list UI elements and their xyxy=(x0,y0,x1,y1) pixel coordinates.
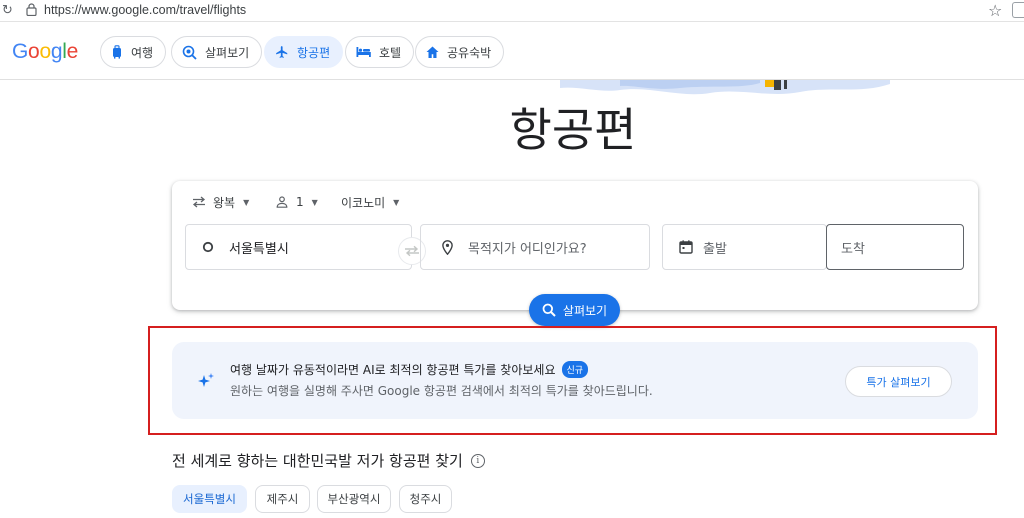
explore-icon xyxy=(182,45,197,60)
cabin-class-select[interactable]: 이코노미 ▼ xyxy=(341,191,399,213)
return-date-field[interactable]: 도착 xyxy=(826,224,964,270)
dropdown-arrow-icon: ▼ xyxy=(393,197,400,207)
trip-type-select[interactable]: 왕복 ▼ xyxy=(192,191,249,213)
tab-label: 공유숙박 xyxy=(447,45,492,60)
tab-label: 항공편 xyxy=(297,45,331,60)
tab-label: 호텔 xyxy=(379,45,402,60)
bookmark-star-icon[interactable]: ☆ xyxy=(988,1,1002,20)
info-icon[interactable]: i xyxy=(470,453,485,468)
promo-headline: 여행 날짜가 유동적이라면 AI로 최적의 항공편 특가를 찾아보세요 신규 xyxy=(230,361,589,378)
flight-search-card: 왕복 ▼ 1 ▼ 이코노미 ▼ 서울특별시 목적지가 어디인가요? 출발 도착 xyxy=(172,181,978,310)
city-chip-cheongju[interactable]: 청주시 xyxy=(399,485,452,513)
cabin-class-value: 이코노미 xyxy=(341,195,386,210)
search-button-label: 살펴보기 xyxy=(562,303,608,318)
sparkle-icon xyxy=(198,373,214,387)
trip-type-value: 왕복 xyxy=(213,195,236,210)
origin-circle-icon xyxy=(202,241,214,253)
bed-icon xyxy=(356,47,371,57)
page-title: 항공편 xyxy=(509,103,637,157)
calendar-icon xyxy=(679,240,693,254)
tab-hotels[interactable]: 호텔 xyxy=(345,36,415,68)
home-icon xyxy=(426,46,439,58)
return-placeholder: 도착 xyxy=(841,241,865,257)
search-icon xyxy=(542,303,556,317)
explore-deals-button[interactable]: 특가 살펴보기 xyxy=(845,366,952,397)
origin-value: 서울특별시 xyxy=(229,241,289,257)
origin-field[interactable]: 서울특별시 xyxy=(185,224,412,270)
passengers-value: 1 xyxy=(296,195,304,209)
logo-letter: o xyxy=(39,40,51,63)
tab-label: 여행 xyxy=(131,45,154,60)
city-chip-busan[interactable]: 부산광역시 xyxy=(317,485,391,513)
lock-icon xyxy=(26,3,37,16)
city-chip-jeju[interactable]: 제주시 xyxy=(255,485,310,513)
address-url[interactable]: https://www.google.com/travel/flights xyxy=(44,3,246,17)
destination-placeholder: 목적지가 어디인가요? xyxy=(468,241,587,257)
city-chip-seoul[interactable]: 서울특별시 xyxy=(172,485,247,513)
location-pin-icon xyxy=(442,239,453,255)
person-icon xyxy=(276,196,288,208)
new-badge: 신규 xyxy=(561,361,589,378)
passengers-select[interactable]: 1 ▼ xyxy=(276,191,318,213)
logo-letter: e xyxy=(66,40,79,63)
luggage-icon xyxy=(113,45,121,59)
tab-flights[interactable]: 항공편 xyxy=(264,36,344,68)
tab-vacation-rentals[interactable]: 공유숙박 xyxy=(415,36,505,68)
cheap-flights-heading: 전 세계로 향하는 대한민국발 저가 항공편 찾기 i xyxy=(172,450,485,471)
dropdown-arrow-icon: ▼ xyxy=(243,197,250,207)
section-title: 전 세계로 향하는 대한민국발 저가 항공편 찾기 xyxy=(172,452,463,470)
logo-letter: o xyxy=(28,40,40,63)
browser-address-bar: ↻ https://www.google.com/travel/flights … xyxy=(0,0,1024,22)
logo-letter: g xyxy=(50,40,63,63)
search-button[interactable]: 살펴보기 xyxy=(529,294,620,326)
ai-deals-promo: 여행 날짜가 유동적이라면 AI로 최적의 항공편 특가를 찾아보세요 신규 원… xyxy=(172,342,978,419)
reload-icon[interactable]: ↻ xyxy=(2,3,13,18)
promo-title: 여행 날짜가 유동적이라면 AI로 최적의 항공편 특가를 찾아보세요 xyxy=(230,363,556,377)
tab-label: 살펴보기 xyxy=(205,45,250,60)
departure-date-field[interactable]: 출발 xyxy=(662,224,827,270)
airplane-icon xyxy=(276,46,288,58)
tab-travel[interactable]: 여행 xyxy=(100,36,167,68)
promo-description: 원하는 여행을 실명해 주사면 Google 항공편 검색에서 최적의 특가를 … xyxy=(230,384,653,398)
dropdown-arrow-icon: ▼ xyxy=(311,197,318,207)
swap-arrows-icon xyxy=(405,245,419,257)
app-header: Google 여행 살펴보기 항공편 호텔 공유숙박 xyxy=(0,22,1024,80)
departure-placeholder: 출발 xyxy=(703,241,727,257)
tab-explore[interactable]: 살펴보기 xyxy=(171,36,263,68)
destination-field[interactable]: 목적지가 어디인가요? xyxy=(420,224,650,270)
google-logo[interactable]: Google xyxy=(12,40,78,64)
sidepanel-icon[interactable] xyxy=(1012,2,1024,18)
swap-arrows-icon xyxy=(192,196,206,208)
logo-letter: G xyxy=(12,40,29,63)
